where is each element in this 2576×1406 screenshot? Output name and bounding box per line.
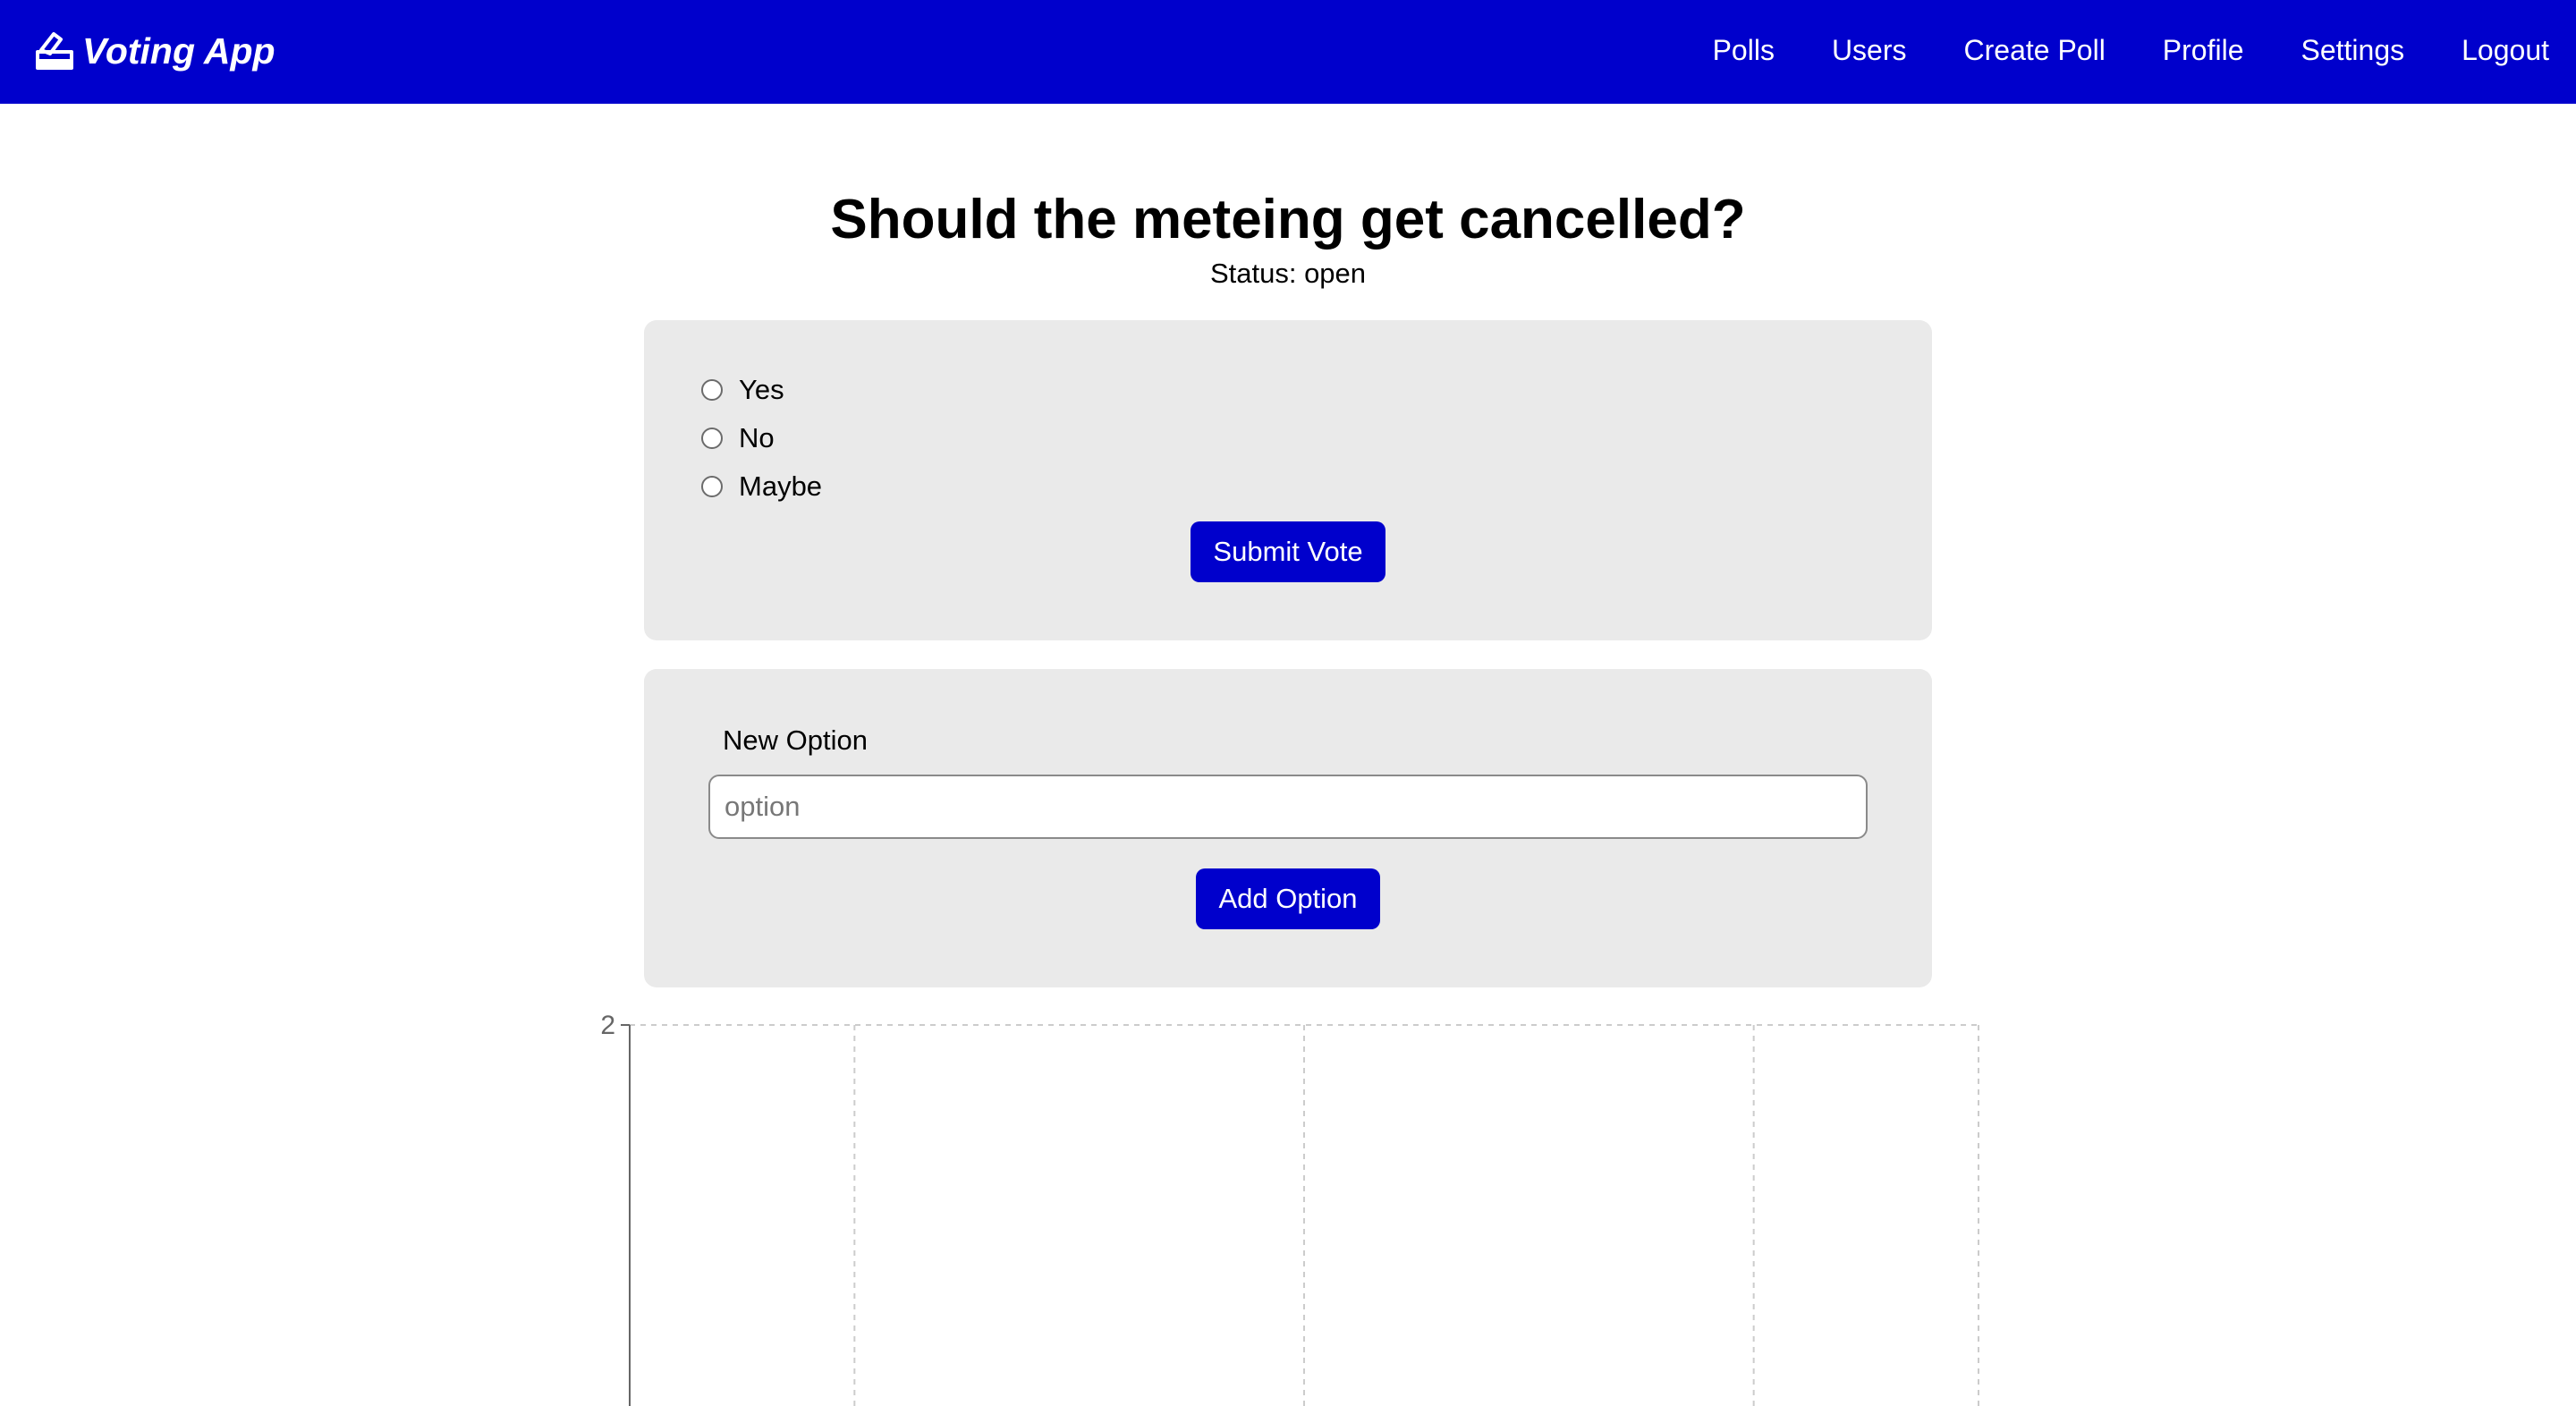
- nav-link-polls[interactable]: Polls: [1713, 34, 1775, 67]
- chart-grid: [630, 1024, 1979, 1406]
- poll-status: Status: open: [1209, 258, 1367, 289]
- vote-option-yes[interactable]: Yes: [701, 372, 784, 408]
- add-option-button[interactable]: Add Option: [1196, 868, 1380, 929]
- vote-form: Yes No Maybe Submit Vote: [644, 320, 1932, 640]
- new-option-input[interactable]: [708, 775, 1868, 839]
- new-option-label: New Option: [723, 724, 868, 756]
- vote-option-maybe[interactable]: Maybe: [701, 469, 822, 504]
- nav-links: Polls Users Create Poll Profile Settings…: [1656, 0, 2549, 100]
- nav-link-profile[interactable]: Profile: [2163, 34, 2244, 67]
- radio-button[interactable]: [701, 379, 723, 401]
- results-chart-svg: 2: [600, 1011, 1979, 1406]
- radio-button[interactable]: [701, 428, 723, 449]
- vote-option-no[interactable]: No: [701, 420, 775, 456]
- poll-title: Should the meteing get cancelled?: [830, 189, 1746, 250]
- add-option-form: New Option Add Option: [644, 669, 1932, 987]
- submit-vote-button[interactable]: Submit Vote: [1191, 521, 1385, 582]
- nav-link-users[interactable]: Users: [1832, 34, 1907, 67]
- results-chart: 2: [572, 1011, 2004, 1406]
- nav-link-create-poll[interactable]: Create Poll: [1964, 34, 2106, 67]
- brand-name: Voting App: [82, 30, 275, 72]
- nav-link-settings[interactable]: Settings: [2301, 34, 2405, 67]
- option-label: Yes: [739, 374, 784, 405]
- option-label: No: [739, 422, 775, 453]
- radio-button[interactable]: [701, 476, 723, 497]
- brand-link[interactable]: Voting App: [34, 21, 275, 80]
- ballot-box-icon: [34, 29, 75, 73]
- page: Voting App Polls Users Create Poll Profi…: [0, 0, 2576, 1406]
- navbar: Voting App Polls Users Create Poll Profi…: [0, 0, 2576, 104]
- option-label: Maybe: [739, 470, 823, 502]
- nav-link-logout[interactable]: Logout: [2462, 34, 2549, 67]
- y-tick-label: 2: [600, 1011, 615, 1040]
